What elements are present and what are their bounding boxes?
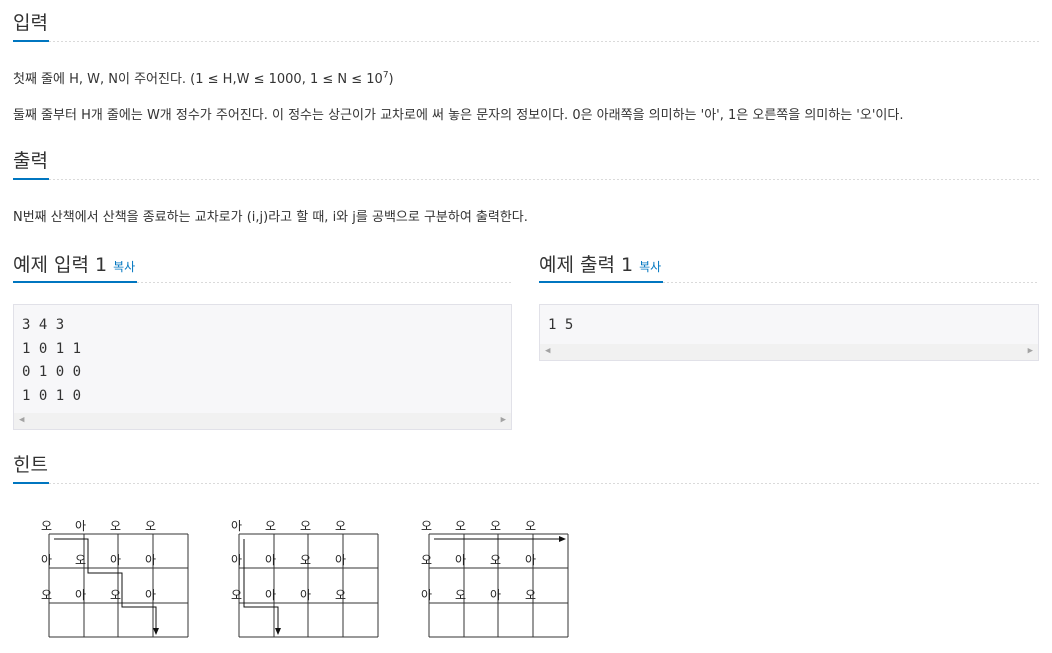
output-title-accent [13,178,49,180]
intersection-label: 아 [525,553,536,567]
intersection-label: 오 [525,519,536,533]
hint-diagram-2: 아 오 오 오아 아 오 아오 아 아 오 [231,519,379,638]
input-description-line2: 둘째 줄부터 H개 줄에는 W개 정수가 주어진다. 이 정수는 상근이가 교차… [13,108,904,123]
intersection-label: 오 [490,519,501,533]
intersection-label: 오 [455,588,466,602]
arrow-head-icon [275,628,281,635]
input-constraint-close: ) [388,72,394,87]
intersection-label: 아 [75,588,86,602]
sample-output-content: 1 5 [548,317,574,333]
intersection-label: 아 [110,553,121,567]
sample-output-box[interactable]: 1 5 ◀ ▶ [539,304,1039,361]
scroll-right-arrow-icon[interactable]: ▶ [1028,346,1033,356]
scroll-left-arrow-icon[interactable]: ◀ [545,346,550,356]
intersection-label: 아 [145,588,156,602]
output-description: N번째 산책에서 산책을 종료하는 교차로가 (i,j)라고 할 때, i와 j… [13,210,528,225]
scroll-left-arrow-icon[interactable]: ◀ [19,415,24,425]
intersection-label: 오 [41,519,52,533]
intersection-label: 오 [110,519,121,533]
intersection-label: 아 [231,553,242,567]
intersection-label: 아 [145,553,156,567]
sample-output-title-accent [539,281,663,283]
output-section-title: 출력 [13,150,48,172]
intersection-label: 오 [145,519,156,533]
sample-input-copy-button[interactable]: 복사 [113,260,135,274]
hint-title-accent [13,482,49,484]
cell-labels: 아 오 오 오아 아 오 아오 아 아 오 [231,519,346,602]
hint-diagram-3: 오 오 오 오오 아 오 아아 오 아 오 [421,519,569,638]
intersection-label: 오 [110,588,121,602]
cell-labels: 오 오 오 오오 아 오 아아 오 아 오 [421,519,536,602]
sample-input-scrollbar[interactable]: ◀ ▶ [14,413,511,429]
sample-input-content: 3 4 3 1 0 1 1 0 1 0 0 1 0 1 0 [22,317,82,404]
grid [428,533,569,638]
intersection-label: 오 [421,519,432,533]
arrow-head-icon [153,628,159,635]
input-description-line1: 첫째 줄에 H, W, N이 주어진다. (1 ≤ H,W ≤ 1000, 1 … [13,68,394,87]
grid [238,533,379,638]
intersection-label: 오 [300,519,311,533]
intersection-label: 오 [335,519,346,533]
sample-input-box[interactable]: 3 4 3 1 0 1 1 0 1 0 0 1 0 1 0 ◀ ▶ [13,304,512,430]
sample-input-heading: 예제 입력 1 복사 [13,250,135,277]
intersection-label: 오 [490,553,501,567]
hint-diagram-1: 오 아 오 오아 오 아 아오 아 오 아 [41,519,189,638]
output-title-divider [13,179,1039,180]
intersection-label: 아 [41,553,52,567]
intersection-label: 오 [525,588,536,602]
walk-path [54,538,157,630]
grid [48,533,189,638]
intersection-label: 아 [455,553,466,567]
intersection-label: 오 [455,519,466,533]
input-section-title: 입력 [13,12,48,34]
intersection-label: 오 [300,553,311,567]
sample-output-scrollbar[interactable]: ◀ ▶ [540,344,1038,360]
intersection-label: 아 [265,553,276,567]
hint-section-title: 힌트 [13,454,48,476]
intersection-label: 오 [265,519,276,533]
intersection-label: 아 [490,588,501,602]
intersection-label: 아 [231,519,242,533]
scroll-right-arrow-icon[interactable]: ▶ [501,415,506,425]
intersection-label: 아 [421,588,432,602]
sample-input-title-accent [13,281,137,283]
sample-output-heading: 예제 출력 1 복사 [539,250,661,277]
intersection-label: 아 [300,588,311,602]
intersection-label: 오 [231,588,242,602]
arrow-head-icon [559,536,566,542]
intersection-label: 오 [421,553,432,567]
cell-labels: 오 아 오 오아 오 아 아오 아 오 아 [41,519,156,602]
input-title-divider [13,41,1039,42]
sample-input-title: 예제 입력 1 [13,254,108,276]
intersection-label: 아 [75,519,86,533]
intersection-label: 오 [41,588,52,602]
intersection-label: 오 [335,588,346,602]
intersection-label: 아 [265,588,276,602]
intersection-label: 오 [75,553,86,567]
sample-output-copy-button[interactable]: 복사 [639,260,661,274]
input-constraint-text: 첫째 줄에 H, W, N이 주어진다. (1 ≤ H,W ≤ 1000, 1 … [13,72,383,87]
intersection-label: 아 [335,553,346,567]
input-title-accent [13,40,49,42]
hint-title-divider [13,483,1039,484]
sample-output-title: 예제 출력 1 [539,254,634,276]
